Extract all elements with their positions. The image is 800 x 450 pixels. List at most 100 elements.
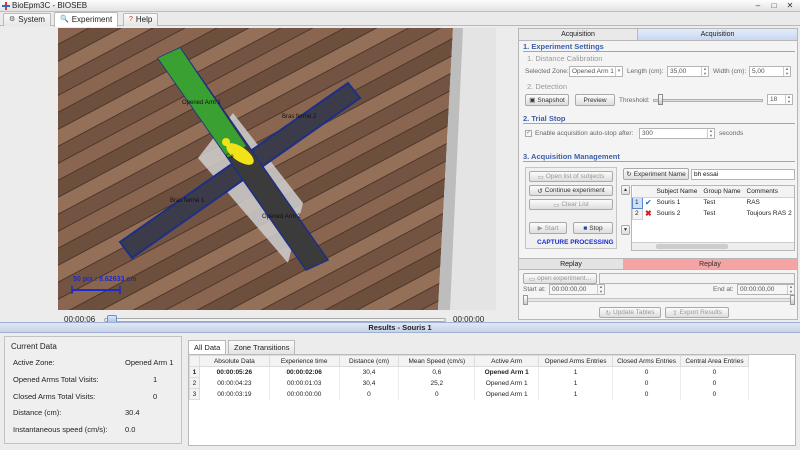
row-number: 2 — [189, 377, 200, 389]
clear-list-button-label: Clear List — [561, 201, 589, 208]
experiment-name-button[interactable]: ↻ Experiment Name — [623, 168, 689, 180]
section-divider — [523, 123, 795, 124]
replay-range-slider[interactable] — [523, 298, 795, 302]
col-mean-speed[interactable]: Mean Speed (cm/s) — [398, 355, 476, 367]
spinner-arrows-icon[interactable]: ▲ ▼ — [787, 284, 794, 294]
row-number: 3 — [189, 388, 200, 400]
app-logo-icon — [2, 2, 10, 10]
tab-experiment[interactable]: 🔍 Experiment — [54, 12, 119, 27]
replay-range-start-handle[interactable] — [523, 295, 528, 305]
tab-replay-active[interactable]: Replay — [623, 258, 797, 270]
start-at-value: 00:00:00,00 — [552, 286, 587, 293]
col-closed-entries[interactable]: Closed Arms Entries — [612, 355, 681, 367]
subjects-table[interactable]: Subject Name Group Name Comments 1 ✔ Sou… — [631, 185, 795, 251]
scrollbar-thumb[interactable] — [656, 244, 728, 249]
auto-stop-checkbox[interactable]: ✓ — [525, 130, 532, 137]
tab-help[interactable]: ? Help — [123, 13, 159, 26]
spinner-arrows-icon[interactable]: ▲ ▼ — [785, 94, 792, 104]
col-comments[interactable]: Comments — [744, 186, 794, 198]
subject-row[interactable]: 2 ✖ Souris 2 Test Toujours RAS 2 — [632, 207, 795, 220]
width-spinbox[interactable]: 5,00 ▲ ▼ — [749, 66, 791, 77]
spinner-arrows-icon[interactable]: ▲ ▼ — [597, 284, 604, 294]
experiment-path-field[interactable] — [599, 273, 795, 284]
table-row[interactable]: 1 00:00:05:26 00:00:02:06 30,4 0,6 Opene… — [189, 366, 750, 378]
open-list-button[interactable]: ▭ Open list of subjects — [529, 171, 613, 182]
maximize-button[interactable]: □ — [768, 1, 780, 11]
window-title: BioEpm3C - BIOSEB — [12, 1, 88, 10]
col-subject-name[interactable]: Subject Name — [654, 186, 702, 198]
scale-label: 50 pix : 8.62633 cm — [73, 276, 137, 283]
clear-list-button[interactable]: ▭ Clear List — [529, 199, 613, 210]
cell-closed-entries: 0 — [612, 388, 681, 400]
seconds-label: seconds — [719, 130, 744, 137]
spinner-arrows-icon[interactable]: ▲ ▼ — [701, 66, 708, 76]
tab-replay-left[interactable]: Replay — [519, 258, 623, 270]
table-row[interactable]: 3 00:00:03:19 00:00:00:00 0 0 Opened Arm… — [189, 388, 750, 400]
col-absolute-data[interactable]: Absolute Data — [198, 355, 270, 367]
tab-acquisition-active[interactable]: Acquisition — [637, 29, 797, 41]
subject-name: Souris 1 — [656, 199, 681, 207]
cell-opened-entries: 1 — [538, 388, 614, 400]
threshold-slider-track[interactable] — [653, 99, 763, 102]
results-table[interactable]: Absolute Data Experience time Distance (… — [189, 355, 750, 400]
cell-active-arm: Opened Arm 1 — [474, 388, 540, 400]
search-icon: 🔍 — [60, 16, 69, 23]
experiment-name-input[interactable]: bh essai — [691, 169, 795, 180]
export-results-button-label: Export Results — [679, 309, 722, 316]
refresh-icon: ↻ — [626, 171, 632, 178]
start-at-spinbox[interactable]: 00:00:00,00 ▲ ▼ — [549, 284, 605, 295]
subject-name: Souris 2 — [656, 210, 681, 217]
cell-closed-entries: 0 — [612, 366, 681, 378]
minimize-button[interactable]: – — [752, 1, 764, 11]
folder-icon: ▭ — [529, 275, 536, 283]
capture-status: CAPTURE PROCESSING — [537, 239, 614, 246]
col-experience-time[interactable]: Experience time — [268, 355, 340, 367]
tab-all-data[interactable]: All Data — [188, 340, 227, 354]
cell-experience-time: 00:00:02:06 — [269, 366, 340, 378]
clear-list-icon: ▭ — [553, 201, 560, 209]
check-icon: ✔ — [645, 198, 652, 208]
replay-range-end-handle[interactable] — [790, 295, 795, 305]
open-experiment-button[interactable]: ▭ open experiment... — [523, 273, 597, 284]
video-view[interactable]: Opened Arm 1 Bras fermé 2 Ce Bras fermé … — [58, 28, 496, 310]
current-data-box: Current Data Active Zone: Opened Arm 1 O… — [4, 336, 182, 444]
snapshot-button[interactable]: ▣ Snapshot — [525, 94, 569, 106]
col-group-name[interactable]: Group Name — [701, 186, 745, 198]
current-data-title: Current Data — [11, 342, 57, 351]
end-at-spinbox[interactable]: 00:00:00,00 ▲ ▼ — [737, 284, 795, 295]
export-results-button[interactable]: ⇪ Export Results — [665, 307, 729, 318]
subjects-hscrollbar[interactable] — [632, 242, 794, 250]
selected-zone-select[interactable]: Opened Arm 1 ▾ — [569, 66, 623, 77]
preview-button[interactable]: Preview — [575, 94, 615, 106]
continue-experiment-button[interactable]: ↺ Continue experiment — [529, 185, 613, 196]
stop-button[interactable]: ■ Stop — [573, 222, 613, 234]
label-closed-arm-1: Bras fermé 1 — [170, 198, 205, 204]
table-row[interactable]: 2 00:00:04:23 00:00:01:03 30,4 25,2 Open… — [189, 377, 750, 389]
section-divider — [523, 161, 795, 162]
move-down-icon[interactable]: ▼ — [621, 225, 630, 235]
spinner-arrows-icon[interactable]: ▲ ▼ — [707, 128, 714, 138]
tab-system[interactable]: ⚙ System — [3, 13, 51, 26]
length-spinbox[interactable]: 35,00 ▲ ▼ — [667, 66, 709, 77]
spinner-arrows-icon[interactable]: ▲ ▼ — [783, 66, 790, 76]
close-button[interactable]: ✕ — [784, 1, 796, 11]
move-up-icon[interactable]: ▲ — [621, 185, 630, 195]
col-central-entries[interactable]: Central Area Entries — [679, 355, 750, 367]
length-label: Length (cm): — [627, 68, 664, 75]
col-opened-entries[interactable]: Opened Arms Entries — [538, 355, 614, 367]
cell-absolute-data: 00:00:04:23 — [199, 377, 270, 389]
subject-row[interactable]: 1 ✔ Souris 1 Test RAS — [632, 196, 795, 209]
col-active-arm[interactable]: Active Arm — [474, 355, 540, 367]
col-distance[interactable]: Distance (cm) — [338, 355, 400, 367]
threshold-spinbox[interactable]: 18 ▲ ▼ — [767, 94, 793, 105]
update-tables-button[interactable]: ↻ Update Tables — [599, 307, 661, 318]
threshold-slider-handle[interactable] — [658, 94, 664, 105]
chevron-down-icon: ▾ — [615, 67, 622, 76]
auto-stop-seconds-spinbox[interactable]: 300 ▲ ▼ — [639, 128, 715, 139]
cell-mean-speed: 0,6 — [398, 366, 476, 378]
start-button[interactable]: ▶ Start — [529, 222, 567, 234]
tab-zone-transitions[interactable]: Zone Transitions — [228, 340, 296, 354]
section-acquisition-management: 3. Acquisition Management — [523, 152, 620, 161]
refresh-icon: ↻ — [605, 309, 611, 317]
tab-acquisition-left[interactable]: Acquisition — [519, 29, 637, 41]
